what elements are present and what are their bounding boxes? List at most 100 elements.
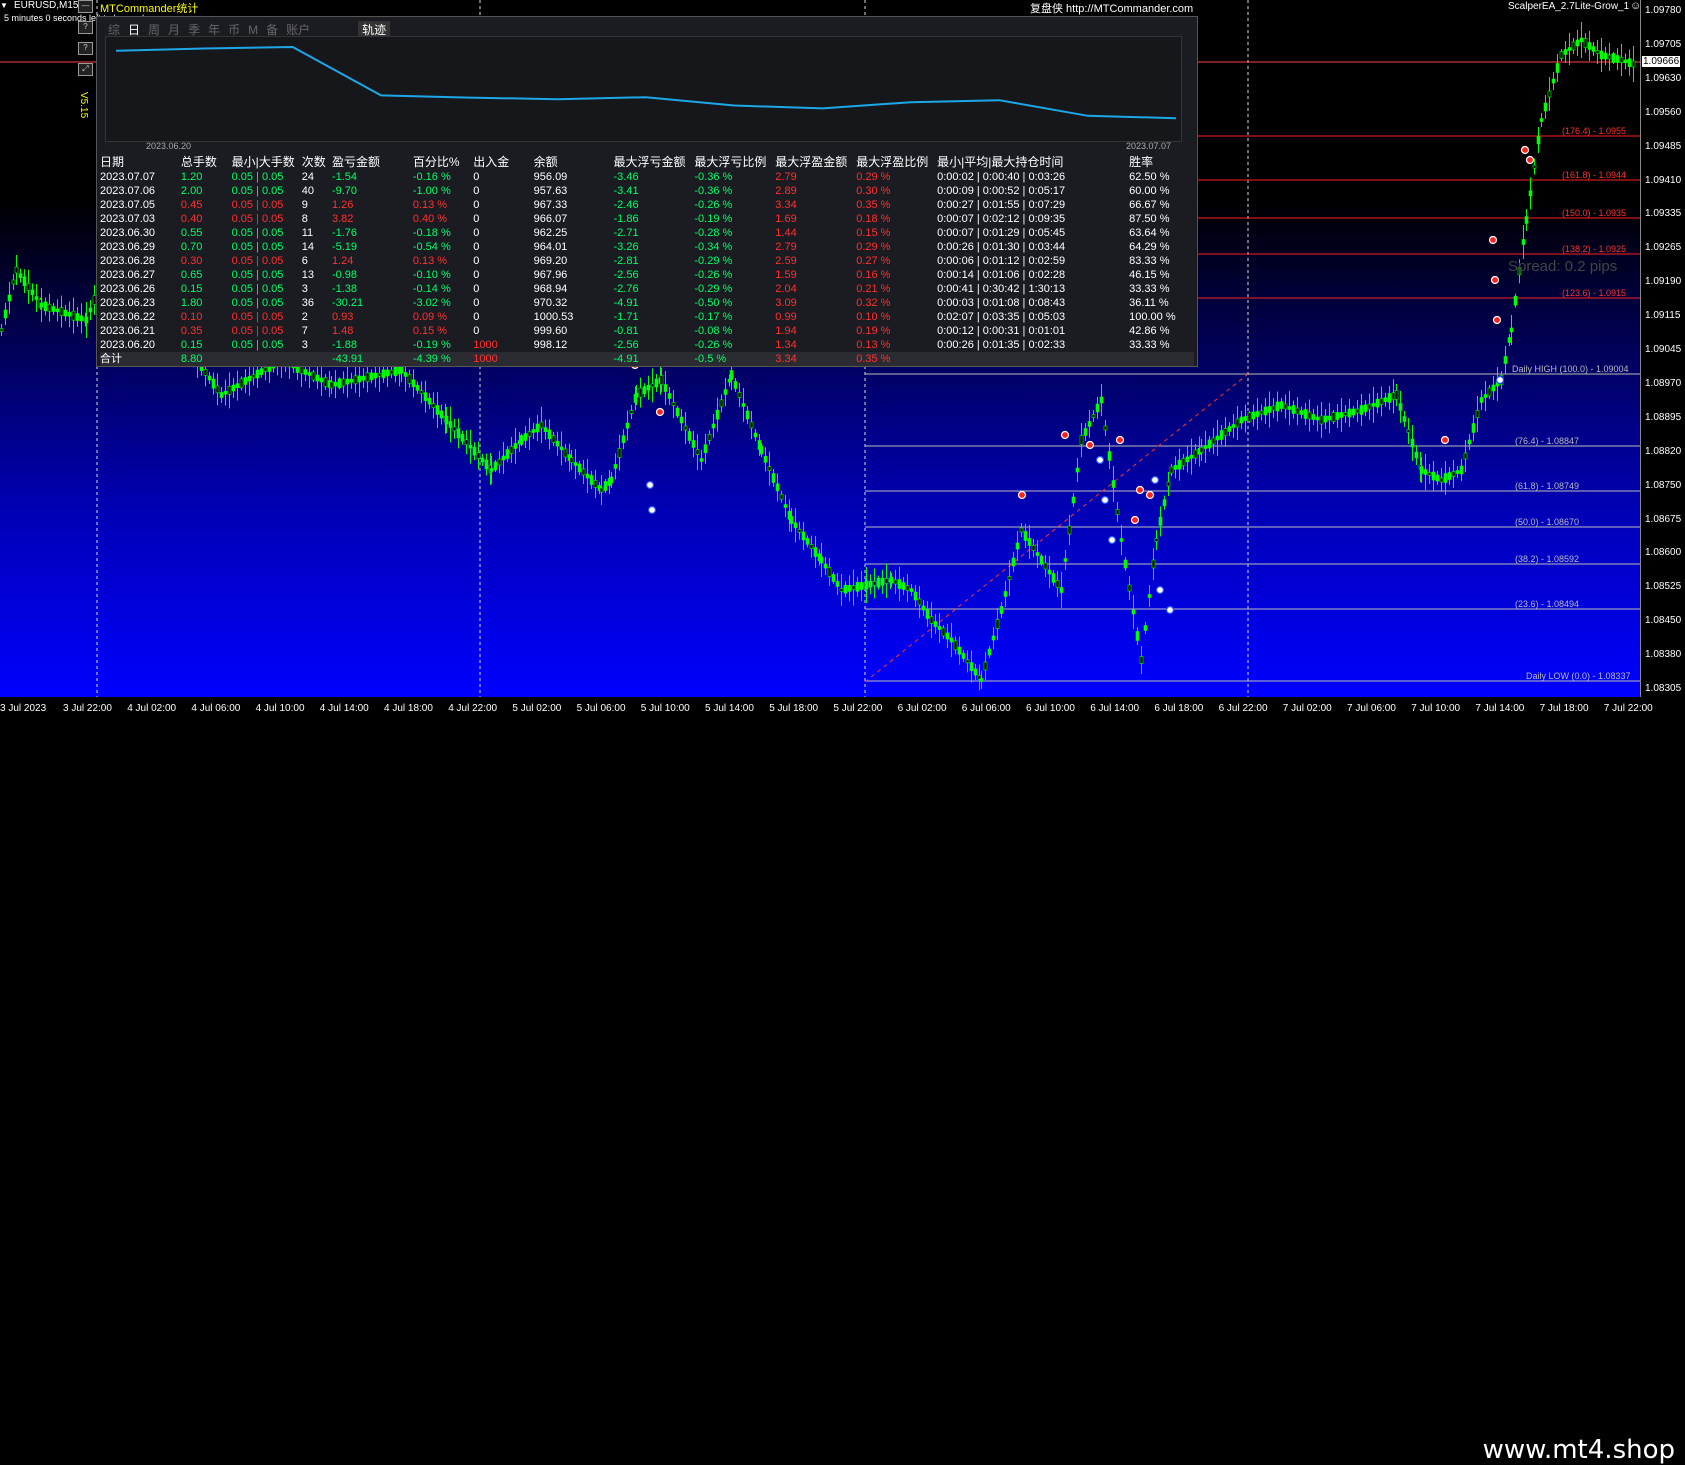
table-row[interactable]: 2023.07.05 0.45 0.05 | 0.05 9 1.26 0.13 % 0 967… xyxy=(100,198,1194,212)
table-cell: 1000 xyxy=(473,339,498,351)
table-cell: 0.15 % xyxy=(856,227,891,239)
candle-body xyxy=(223,390,228,395)
table-row[interactable]: 2023.06.29 0.70 0.05 | 0.05 14 -5.19 -0.54 % 0… xyxy=(100,240,1194,254)
candle-body xyxy=(1335,412,1340,420)
candle-body xyxy=(650,383,655,388)
candle-body xyxy=(1087,421,1092,427)
table-cell: 2.59 xyxy=(775,255,797,267)
candle-body xyxy=(929,616,934,624)
col-header[interactable]: 最大浮亏比例 xyxy=(694,154,775,170)
col-header[interactable]: 次数 xyxy=(302,154,332,170)
col-header[interactable]: 百分比% xyxy=(413,154,473,170)
candle-body xyxy=(1427,472,1432,476)
candle-body xyxy=(1555,63,1560,73)
table-row[interactable]: 2023.06.28 0.30 0.05 | 0.05 6 1.24 0.13 % 0 969… xyxy=(100,254,1194,268)
candle-body xyxy=(30,289,35,296)
candle-body xyxy=(365,372,370,383)
col-header[interactable]: 余额 xyxy=(534,154,614,170)
table-cell: 967.33 xyxy=(533,199,568,211)
table-cell: 2.04 xyxy=(775,283,797,295)
table-cell: 0.05 | 0.05 xyxy=(231,171,284,183)
candle-body xyxy=(1591,46,1596,52)
current-price-tag: 1.09666 xyxy=(1642,56,1681,67)
price-label: 1.08525 xyxy=(1645,581,1682,593)
col-header[interactable]: 最大浮盈金额 xyxy=(775,154,856,170)
level-label: (50.0) - 1.08670 xyxy=(1515,517,1580,527)
table-cell: 0:00:41 | 0:30:42 | 1:30:13 xyxy=(937,283,1066,295)
col-header[interactable]: 出入金 xyxy=(473,154,533,170)
candle-body xyxy=(1227,426,1232,432)
candle-body xyxy=(1271,405,1276,411)
candle-body xyxy=(1587,42,1592,50)
candle-body xyxy=(1287,406,1292,410)
col-header[interactable]: 最小|平均|最大持仓时间 xyxy=(937,154,1129,170)
table-cell: 83.33 % xyxy=(1129,255,1170,267)
help-button[interactable]: ? xyxy=(78,21,93,34)
candle-body xyxy=(913,591,918,601)
total-cell xyxy=(1129,352,1194,366)
level-label: Daily LOW (0.0) - 1.08337 xyxy=(1526,671,1631,681)
table-cell: 2023.07.03 xyxy=(100,213,156,225)
table-row[interactable]: 2023.06.27 0.65 0.05 | 0.05 13 -0.98 -0.10 % 0… xyxy=(100,268,1194,282)
price-label: 1.09045 xyxy=(1645,344,1682,355)
price-label: 1.08380 xyxy=(1645,649,1682,661)
candle-body xyxy=(489,468,494,472)
table-row[interactable]: 2023.06.22 0.10 0.05 | 0.05 2 0.93 0.09 % 0 100… xyxy=(100,310,1194,324)
candle-body xyxy=(211,378,216,389)
candle-body xyxy=(868,580,873,588)
table-cell: -0.26 % xyxy=(694,199,733,211)
col-header[interactable]: 日期 xyxy=(100,154,181,170)
time-label: 5 Jul 18:00 xyxy=(769,703,819,714)
col-header[interactable]: 最大浮亏金额 xyxy=(613,154,694,170)
candle-body xyxy=(1467,439,1472,445)
table-row[interactable]: 2023.06.20 0.15 0.05 | 0.05 3 -1.88 -0.19 % 10… xyxy=(100,338,1194,352)
candle-body xyxy=(659,375,664,385)
col-header[interactable]: 盈亏金额 xyxy=(332,154,413,170)
table-row[interactable]: 2023.07.06 2.00 0.05 | 0.05 40 -9.70 -1.00 % 0… xyxy=(100,184,1194,198)
table-row[interactable]: 2023.07.07 1.20 0.05 | 0.05 24 -1.54 -0.16 % 0… xyxy=(100,170,1194,184)
total-cell: -0.5 % xyxy=(694,352,776,366)
minimize-button[interactable]: — xyxy=(78,0,93,13)
table-cell: -2.76 xyxy=(613,283,639,295)
candle-body xyxy=(965,659,970,664)
col-header[interactable]: 总手数 xyxy=(181,154,232,170)
table-row[interactable]: 2023.06.26 0.15 0.05 | 0.05 3 -1.38 -0.14 % 0 9… xyxy=(100,282,1194,296)
table-cell: 1.34 xyxy=(775,339,797,351)
trade-marker xyxy=(645,480,655,490)
col-header[interactable]: 最小|大手数 xyxy=(232,154,302,170)
table-cell: 1.26 xyxy=(331,199,354,211)
candle-body xyxy=(43,301,48,312)
settings-button[interactable]: ? xyxy=(78,42,93,55)
link-button[interactable]: ⤢ xyxy=(78,63,93,76)
candle-body xyxy=(813,547,818,557)
candle-body xyxy=(311,371,316,381)
table-cell: 0:00:07 | 0:01:29 | 0:05:45 xyxy=(937,227,1066,239)
table-cell: -2.56 xyxy=(613,339,639,351)
brand-link[interactable]: 复盘侠 http://MTCommander.com xyxy=(1030,0,1193,16)
table-cell: -3.41 xyxy=(613,185,639,197)
tab-7[interactable]: M xyxy=(248,23,258,37)
table-cell: -0.34 % xyxy=(694,241,733,253)
total-cell: 3.34 xyxy=(775,352,857,366)
table-row[interactable]: 2023.06.21 0.35 0.05 | 0.05 7 1.48 0.15 % 0 999… xyxy=(100,324,1194,338)
candle-body xyxy=(1059,587,1064,593)
table-row[interactable]: 2023.07.03 0.40 0.05 | 0.05 8 3.82 0.40 % 0 966… xyxy=(100,212,1194,226)
table-cell: -1.86 xyxy=(613,213,639,225)
table-row[interactable]: 2023.06.30 0.55 0.05 | 0.05 11 -1.76 -0.18 % 0… xyxy=(100,226,1194,240)
candle-body xyxy=(1131,609,1136,615)
col-header[interactable]: 最大浮盈比例 xyxy=(856,154,937,170)
candle-body xyxy=(1023,531,1028,541)
candle-body xyxy=(1135,631,1140,641)
ea-label: ScalperEA_2.7Lite-Grow_1 xyxy=(1508,1,1630,12)
candle-body xyxy=(683,425,688,431)
candle-body xyxy=(1075,467,1080,473)
candle-body xyxy=(1543,102,1548,112)
table-cell: -0.17 % xyxy=(694,311,733,323)
col-header[interactable]: 胜率 xyxy=(1129,154,1194,170)
candle-body xyxy=(1103,425,1108,431)
candle-body xyxy=(497,458,502,466)
table-cell: 0:00:26 | 0:01:30 | 0:03:44 xyxy=(937,241,1066,253)
chart-menu-icon[interactable]: ▼ xyxy=(0,1,8,10)
table-row[interactable]: 2023.06.23 1.80 0.05 | 0.05 36 -30.21 -3.02 %… xyxy=(100,296,1194,310)
trade-marker xyxy=(1492,315,1502,325)
